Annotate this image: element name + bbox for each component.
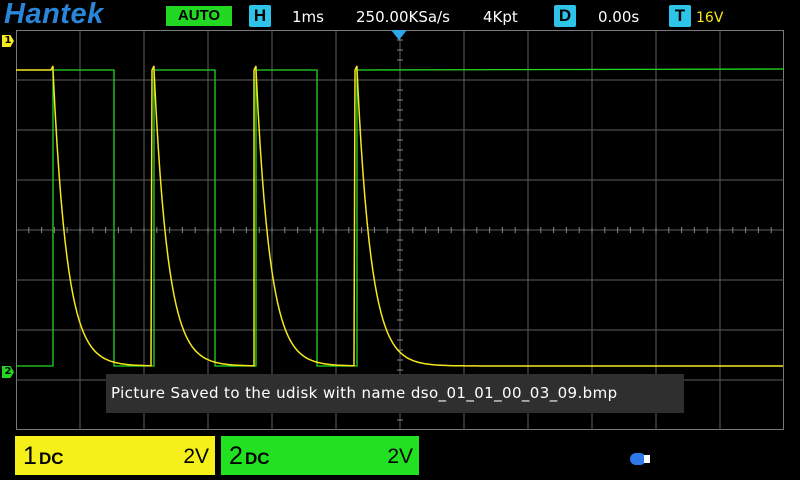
channel-1-ground-marker[interactable]: 1 [2,35,14,47]
trigger-tag[interactable]: T [669,5,691,27]
sample-rate-value: 250.00KSa/s [356,8,450,26]
channel-2-ground-marker[interactable]: 2 [2,366,14,378]
memory-depth-value: 4Kpt [483,8,518,26]
usb-drive-icon [630,453,650,465]
channel-2-info[interactable]: 2 DC 2V [221,436,419,475]
trigger-position-marker[interactable] [391,30,407,40]
channel-2-number: 2 [229,442,243,470]
waveform-display[interactable] [16,30,784,430]
channel-2-scale: 2V [387,445,413,468]
channel-2-coupling: DC [245,449,270,468]
status-message: Picture Saved to the udisk with name dso… [106,374,684,413]
brand-logo: Hantek [4,0,104,30]
channel-1-scale: 2V [183,445,209,468]
horizontal-tag[interactable]: H [249,5,271,27]
channel-1-number: 1 [23,442,37,470]
channel-1-info[interactable]: 1 DC 2V [15,436,215,475]
timebase-value: 1ms [292,8,324,26]
delay-tag[interactable]: D [554,5,576,27]
channel-1-coupling: DC [39,449,64,468]
graticule [16,30,784,430]
trigger-level-value: 16V [696,10,724,26]
delay-value: 0.00s [598,8,640,26]
acquire-mode-badge[interactable]: AUTO [166,6,232,26]
status-bar: Hantek AUTO H 1ms 250.00KSa/s 4Kpt D 0.0… [0,0,800,30]
waveform-canvas [16,30,784,430]
